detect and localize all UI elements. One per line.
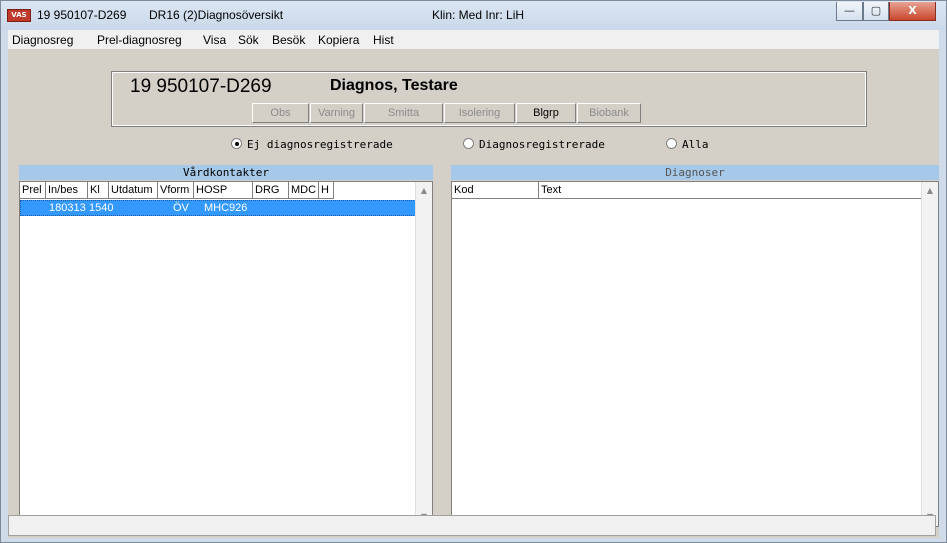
cell-vform: ÖV	[173, 202, 189, 214]
blgrp-button[interactable]: Blgrp	[516, 103, 576, 123]
biobank-button[interactable]: Biobank	[577, 103, 641, 123]
minimize-button[interactable]: —	[836, 2, 863, 21]
cell-inbes: 180313	[49, 202, 86, 214]
vardkontakter-column-headers: Prel In/bes Kl Utdatum Vform HOSP DRG MD…	[20, 182, 432, 199]
diagnoser-header: Diagnoser	[451, 165, 939, 180]
radio-unselected-icon	[666, 138, 677, 149]
col-kod[interactable]: Kod	[452, 182, 539, 199]
menu-bar: Diagnosreg Prel-diagnosreg Visa Sök Besö…	[8, 30, 939, 49]
menu-diagnosreg[interactable]: Diagnosreg	[12, 33, 73, 47]
obs-button[interactable]: Obs	[252, 103, 309, 123]
col-prel[interactable]: Prel	[20, 182, 46, 199]
col-h[interactable]: H	[319, 182, 334, 199]
menu-besok[interactable]: Besök	[272, 33, 305, 47]
close-button[interactable]: X	[889, 2, 936, 21]
table-row[interactable]: 180313 1540 ÖV MHC926	[20, 200, 420, 216]
radio-alla[interactable]: Alla	[666, 138, 709, 151]
vas-app-icon[interactable]: VAS	[7, 9, 31, 22]
patient-info-box: 19 950107-D269 Diagnos, Testare Obs Varn…	[111, 71, 867, 127]
col-utdatum[interactable]: Utdatum	[109, 182, 158, 199]
diagnoser-column-headers: Kod Text	[452, 182, 938, 199]
cell-hosp: MHC926	[204, 202, 248, 214]
radio-ej-label: Ej diagnosregistrerade	[247, 138, 393, 151]
title-clinic: Klin: Med Inr: LiH	[432, 8, 525, 22]
col-kl[interactable]: Kl	[88, 182, 109, 199]
col-text[interactable]: Text	[539, 182, 923, 199]
radio-diag-label: Diagnosregistrerade	[479, 138, 605, 151]
patient-name: Diagnos, Testare	[330, 77, 458, 94]
radio-selected-icon	[231, 138, 242, 149]
isolering-button[interactable]: Isolering	[444, 103, 515, 123]
diagnoser-grid[interactable]: Kod Text ▲ ▼	[451, 181, 939, 527]
vardkontakter-scrollbar[interactable]: ▲ ▼	[415, 182, 432, 526]
vardkontakter-header: Vårdkontakter	[19, 165, 433, 180]
menu-kopiera[interactable]: Kopiera	[318, 33, 359, 47]
col-drg[interactable]: DRG	[253, 182, 289, 199]
varning-button[interactable]: Varning	[310, 103, 363, 123]
title-patient-id: 19 950107-D269	[37, 8, 127, 22]
scroll-up-icon[interactable]: ▲	[922, 183, 938, 199]
menu-hist[interactable]: Hist	[373, 33, 394, 47]
menu-prel-diagnosreg[interactable]: Prel-diagnosreg	[97, 33, 182, 47]
cell-kl: 1540	[89, 202, 114, 214]
radio-alla-label: Alla	[682, 138, 709, 151]
col-mdc[interactable]: MDC	[289, 182, 319, 199]
menu-sok[interactable]: Sök	[238, 33, 259, 47]
diagnoser-scrollbar[interactable]: ▲ ▼	[921, 182, 938, 526]
radio-diagnosregistrerade[interactable]: Diagnosregistrerade	[463, 138, 605, 151]
radio-ej-diagnosregistrerade[interactable]: Ej diagnosregistrerade	[231, 138, 393, 151]
filter-radio-group: Ej diagnosregistrerade Diagnosregistrera…	[8, 138, 939, 154]
title-app-name: DR16 (2)Diagnosöversikt	[149, 8, 284, 22]
col-hosp[interactable]: HOSP	[194, 182, 253, 199]
col-vform[interactable]: Vform	[158, 182, 194, 199]
menu-visa[interactable]: Visa	[203, 33, 226, 47]
vardkontakter-grid[interactable]: Prel In/bes Kl Utdatum Vform HOSP DRG MD…	[19, 181, 433, 527]
client-area: Diagnosreg Prel-diagnosreg Visa Sök Besö…	[8, 30, 939, 538]
col-inbes[interactable]: In/bes	[46, 182, 88, 199]
status-bar	[8, 515, 936, 536]
radio-unselected-icon	[463, 138, 474, 149]
scroll-up-icon[interactable]: ▲	[416, 183, 432, 199]
maximize-button[interactable]: ▢	[863, 2, 889, 21]
title-bar[interactable]: VAS 19 950107-D269 DR16 (2)Diagnosöversi…	[1, 1, 946, 30]
smitta-button[interactable]: Smitta	[364, 103, 443, 123]
patient-id: 19 950107-D269	[130, 76, 272, 97]
application-window: VAS 19 950107-D269 DR16 (2)Diagnosöversi…	[0, 0, 947, 543]
